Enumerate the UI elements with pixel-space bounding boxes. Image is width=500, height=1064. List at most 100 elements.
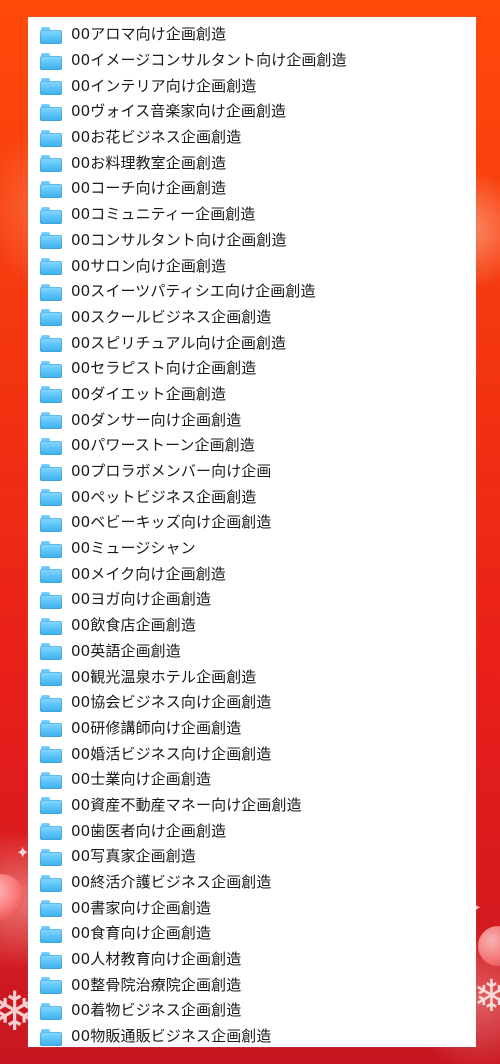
folder-row[interactable]: 00食育向け企画創造 <box>28 921 476 947</box>
folder-row[interactable]: 00プロラボメンバー向け企画 <box>28 459 476 485</box>
folder-row[interactable]: 00書家向け企画創造 <box>28 895 476 921</box>
folder-row[interactable]: 00飲食店企画創造 <box>28 613 476 639</box>
folder-row[interactable]: 00メイク向け企画創造 <box>28 561 476 587</box>
folder-name: 00士業向け企画創造 <box>71 770 212 789</box>
folder-name: 00お花ビジネス企画創造 <box>71 128 242 147</box>
folder-row[interactable]: 00お花ビジネス企画創造 <box>28 125 476 151</box>
folder-row[interactable]: 00パワーストーン企画創造 <box>28 433 476 459</box>
folder-icon <box>40 26 62 44</box>
folder-row[interactable]: 00お料理教室企画創造 <box>28 150 476 176</box>
folder-row[interactable]: 00ミュージシャン <box>28 536 476 562</box>
folder-icon <box>40 771 62 789</box>
folder-name: 00サロン向け企画創造 <box>71 256 227 275</box>
folder-name: 00イメージコンサルタント向け企画創造 <box>71 51 347 70</box>
folder-row[interactable]: 00ダンサー向け企画創造 <box>28 407 476 433</box>
folder-icon <box>40 514 62 532</box>
folder-name: 00コンサルタント向け企画創造 <box>71 230 287 249</box>
folder-row[interactable]: 00ヨガ向け企画創造 <box>28 587 476 613</box>
folder-name: 00物販通販ビジネス企画創造 <box>71 1027 272 1046</box>
folder-row[interactable]: 00歯医者向け企画創造 <box>28 818 476 844</box>
folder-row[interactable]: 00写真家企画創造 <box>28 844 476 870</box>
folder-row[interactable]: 00ヴォイス音楽家向け企画創造 <box>28 99 476 125</box>
folder-name: 00セラピスト向け企画創造 <box>71 359 257 378</box>
folder-row[interactable]: 00スピリチュアル向け企画創造 <box>28 330 476 356</box>
folder-name: 00人材教育向け企画創造 <box>71 950 242 969</box>
folder-name: 00ベビーキッズ向け企画創造 <box>71 513 272 532</box>
folder-icon <box>40 642 62 661</box>
folder-row[interactable]: 00協会ビジネス向け企画創造 <box>28 690 476 716</box>
folder-row[interactable]: 00婚活ビジネス向け企画創造 <box>28 741 476 767</box>
folder-name: 00ミュージシャン <box>71 539 196 558</box>
folder-icon <box>40 1028 62 1046</box>
folder-icon <box>40 694 62 712</box>
folder-icon <box>40 617 62 635</box>
folder-name: 00歯医者向け企画創造 <box>71 821 227 840</box>
folder-row[interactable]: 00着物ビジネス企画創造 <box>28 998 476 1024</box>
folder-row[interactable]: 00アロマ向け企画創造 <box>28 22 476 48</box>
folder-icon <box>40 488 62 507</box>
snowflake-icon: ❄ <box>473 971 500 1022</box>
folder-name: 00パワーストーン企画創造 <box>71 436 255 455</box>
folder-icon <box>40 411 62 430</box>
folder-row[interactable]: 00コンサルタント向け企画創造 <box>28 228 476 254</box>
folder-row[interactable]: 00人材教育向け企画創造 <box>28 947 476 973</box>
folder-name: 00コーチ向け企画創造 <box>71 179 227 198</box>
folder-icon <box>40 360 62 378</box>
folder-name: 00インテリア向け企画創造 <box>71 76 257 95</box>
folder-row[interactable]: 00スイーツパティシエ向け企画創造 <box>28 279 476 305</box>
folder-name: 00資産不動産マネー向け企画創造 <box>71 795 302 814</box>
folder-icon <box>40 437 62 455</box>
file-list-panel: 00アロマ向け企画創造 00イメージコンサルタント向け企画創造 00インテリア向… <box>28 17 476 1047</box>
folder-name: 00コミュニティー企画創造 <box>71 205 256 224</box>
folder-icon <box>40 822 62 841</box>
folder-name: 00食育向け企画創造 <box>71 924 212 943</box>
folder-row[interactable]: 00英語企画創造 <box>28 639 476 665</box>
folder-row[interactable]: 00資産不動産マネー向け企画創造 <box>28 793 476 819</box>
folder-row[interactable]: 00コミュニティー企画創造 <box>28 202 476 228</box>
folder-row[interactable]: 00終活介護ビジネス企画創造 <box>28 870 476 896</box>
folder-name: 00スイーツパティシエ向け企画創造 <box>71 282 316 301</box>
folder-name: 00着物ビジネス企画創造 <box>71 1001 242 1020</box>
folder-icon <box>40 540 62 558</box>
folder-name: 00お料理教室企画創造 <box>71 153 227 172</box>
folder-name: 00観光温泉ホテル企画創造 <box>71 667 257 686</box>
folder-icon <box>40 1002 62 1020</box>
folder-name: 00ヴォイス音楽家向け企画創造 <box>71 102 287 121</box>
folder-icon <box>40 129 62 147</box>
folder-row[interactable]: 00観光温泉ホテル企画創造 <box>28 664 476 690</box>
folder-name: 00研修講師向け企画創造 <box>71 718 242 737</box>
folder-name: 00飲食店企画創造 <box>71 616 196 635</box>
folder-icon <box>40 951 62 969</box>
folder-row[interactable]: 00セラピスト向け企画創造 <box>28 356 476 382</box>
folder-row[interactable]: 00コーチ向け企画創造 <box>28 176 476 202</box>
folder-row[interactable]: 00サロン向け企画創造 <box>28 253 476 279</box>
folder-row[interactable]: 00インテリア向け企画創造 <box>28 73 476 99</box>
folder-name: 00協会ビジネス向け企画創造 <box>71 693 272 712</box>
folder-icon <box>40 796 62 815</box>
folder-name: 00婚活ビジネス向け企画創造 <box>71 744 272 763</box>
folder-row[interactable]: 00ベビーキッズ向け企画創造 <box>28 510 476 536</box>
folder-list: 00アロマ向け企画創造 00イメージコンサルタント向け企画創造 00インテリア向… <box>28 17 476 1050</box>
folder-icon <box>40 231 62 250</box>
folder-row[interactable]: 00ペットビジネス企画創造 <box>28 484 476 510</box>
folder-icon <box>40 206 62 224</box>
folder-row[interactable]: 00ダイエット企画創造 <box>28 382 476 408</box>
folder-row[interactable]: 00物販通販ビジネス企画創造 <box>28 1024 476 1050</box>
folder-name: 00プロラボメンバー向け企画 <box>71 462 272 481</box>
folder-row[interactable]: 00イメージコンサルタント向け企画創造 <box>28 48 476 74</box>
folder-name: 00ダイエット企画創造 <box>71 384 227 403</box>
folder-icon <box>40 745 62 764</box>
folder-icon <box>40 976 62 995</box>
folder-name: 00メイク向け企画創造 <box>71 564 226 583</box>
folder-row[interactable]: 00スクールビジネス企画創造 <box>28 305 476 331</box>
folder-icon <box>40 154 62 173</box>
folder-name: 00整骨院治療院企画創造 <box>71 975 242 994</box>
folder-icon <box>40 52 62 70</box>
folder-row[interactable]: 00士業向け企画創造 <box>28 767 476 793</box>
folder-row[interactable]: 00研修講師向け企画創造 <box>28 716 476 742</box>
folder-icon <box>40 848 62 866</box>
folder-icon <box>40 874 62 892</box>
folder-name: 00スクールビジネス企画創造 <box>71 307 272 326</box>
folder-row[interactable]: 00整骨院治療院企画創造 <box>28 972 476 998</box>
folder-icon <box>40 565 62 584</box>
